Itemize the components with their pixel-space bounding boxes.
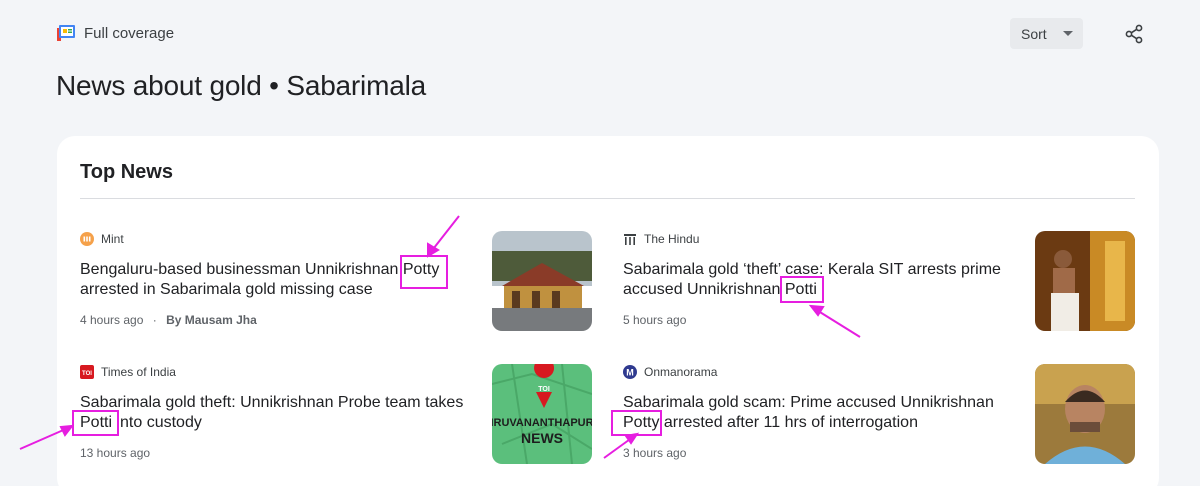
article-headline[interactable]: Sabarimala gold theft: Unnikrishnan Prob… <box>80 393 480 433</box>
article-meta: 13 hours ago <box>80 446 150 460</box>
article-the-hindu[interactable]: The Hindu Sabarimala gold ‘theft’ case: … <box>623 231 1138 341</box>
section-divider <box>80 198 1135 199</box>
article-thumbnail[interactable] <box>1035 231 1135 331</box>
article-meta: 4 hours ago · By Mausam Jha <box>80 313 257 327</box>
caret-down-icon <box>1063 31 1073 36</box>
times-of-india-logo-icon: TOI <box>80 365 94 379</box>
mint-logo-icon <box>80 232 94 246</box>
annotation-box <box>72 410 119 436</box>
section-title: Top News <box>80 161 173 183</box>
article-time: 3 hours ago <box>623 446 687 460</box>
top-bar: Full coverage Sort <box>0 0 1200 70</box>
article-time: 13 hours ago <box>80 446 151 460</box>
sort-label: Sort <box>1021 26 1047 42</box>
priest-photo <box>1035 231 1135 331</box>
top-news-card: Top News Mint Bengaluru-based businessma… <box>57 136 1159 486</box>
article-times-of-india[interactable]: TOI Times of India Sabarimala gold theft… <box>80 364 595 474</box>
article-thumbnail[interactable]: TOI IRUVANANTHAPUR NEWS <box>492 364 592 464</box>
full-coverage-label: Full coverage <box>84 25 175 42</box>
sort-button[interactable]: Sort <box>1010 18 1083 49</box>
article-author[interactable]: By Mausam Jha <box>166 313 257 327</box>
source-name: The Hindu <box>644 232 700 246</box>
article-onmanorama[interactable]: M Onmanorama Sabarimala gold scam: Prime… <box>623 364 1138 474</box>
annotation-box <box>400 255 448 289</box>
article-headline[interactable]: Sabarimala gold scam: Prime accused Unni… <box>623 393 1023 433</box>
annotation-box <box>780 276 824 303</box>
svg-text:TOI: TOI <box>538 386 550 393</box>
svg-text:NEWS: NEWS <box>521 430 563 446</box>
article-thumbnail[interactable] <box>1035 364 1135 464</box>
the-hindu-logo-icon <box>623 232 637 246</box>
source-name: Times of India <box>101 365 176 379</box>
source-name: Mint <box>101 232 124 246</box>
temple-photo <box>492 231 592 331</box>
article-meta: 3 hours ago <box>623 446 686 460</box>
meta-separator: · <box>152 313 157 327</box>
svg-text:M: M <box>626 368 634 378</box>
svg-text:TOI: TOI <box>82 371 92 377</box>
article-time: 5 hours ago <box>623 313 687 327</box>
page-title: News about gold • Sabarimala <box>56 70 426 101</box>
annotation-box <box>611 410 662 436</box>
onmanorama-logo-icon: M <box>623 365 637 379</box>
full-coverage-icon <box>57 25 75 41</box>
man-portrait-photo <box>1035 364 1135 464</box>
article-thumbnail[interactable] <box>492 231 592 331</box>
article-meta: 5 hours ago <box>623 313 686 327</box>
source-name: Onmanorama <box>644 365 718 379</box>
svg-text:IRUVANANTHAPUR: IRUVANANTHAPUR <box>492 417 592 429</box>
article-time: 4 hours ago <box>80 313 144 327</box>
share-icon[interactable] <box>1124 24 1144 44</box>
article-mint[interactable]: Mint Bengaluru-based businessman Unnikri… <box>80 231 595 341</box>
toi-news-graphic: TOI IRUVANANTHAPUR NEWS <box>492 364 592 464</box>
